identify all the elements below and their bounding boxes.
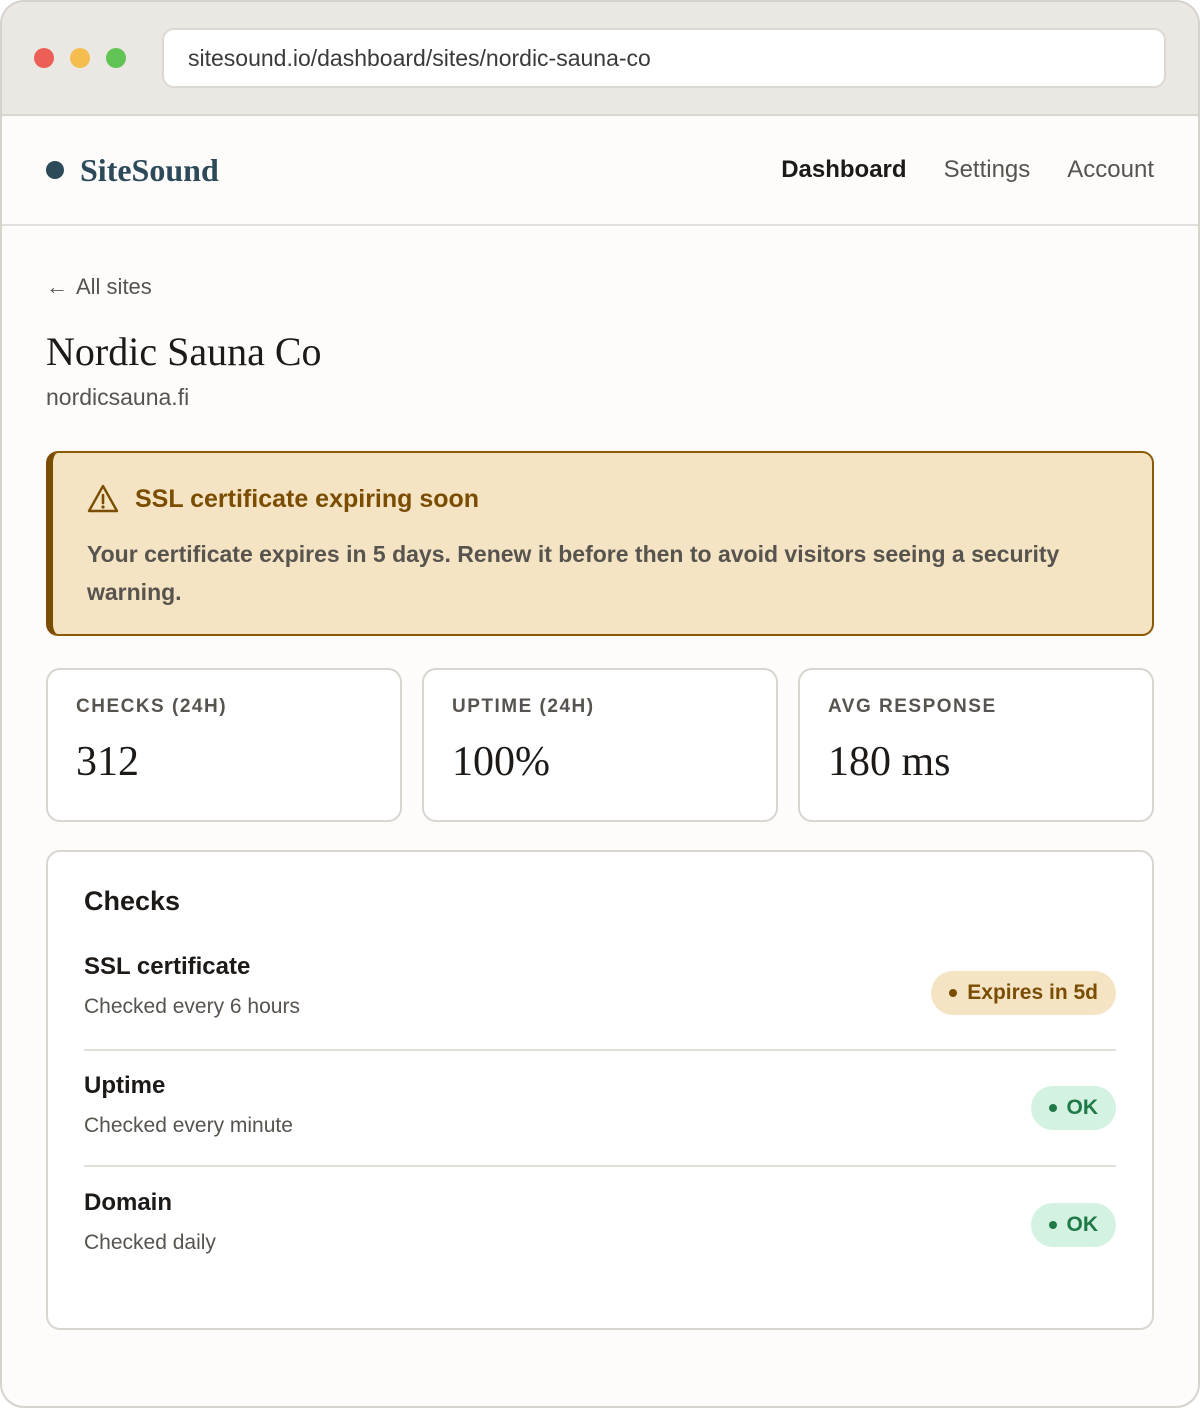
- app-header: SiteSound Dashboard Settings Account: [2, 116, 1198, 226]
- stat-value: 312: [76, 739, 139, 785]
- stat-label: AVG RESPONSE: [828, 696, 997, 717]
- nav-account[interactable]: Account: [1067, 156, 1154, 184]
- address-bar[interactable]: sitesound.io/dashboard/sites/nordic-saun…: [162, 28, 1166, 88]
- nav-dashboard[interactable]: Dashboard: [781, 156, 906, 184]
- check-row-ssl[interactable]: SSL certificate Checked every 6 hours Ex…: [84, 953, 1116, 1051]
- status-badge: Expires in 5d: [931, 971, 1116, 1015]
- check-row-domain[interactable]: Domain Checked daily OK: [84, 1167, 1116, 1283]
- check-info: Uptime Checked every minute: [84, 1072, 293, 1138]
- check-name: Domain: [84, 1189, 173, 1216]
- ssl-warning-alert: SSL certificate expiring soon Your certi…: [46, 451, 1154, 636]
- maximize-window-button[interactable]: [106, 48, 126, 68]
- back-link-label: All sites: [76, 274, 152, 299]
- back-to-all-sites-link[interactable]: ← All sites: [46, 274, 152, 300]
- status-badge: OK: [1030, 1203, 1116, 1247]
- main-nav: Dashboard Settings Account: [744, 156, 1154, 184]
- check-name: Uptime: [84, 1072, 166, 1099]
- stats-row: CHECKS (24H) 312 UPTIME (24H) 100% AVG R…: [46, 668, 1154, 822]
- brand-logo[interactable]: SiteSound: [46, 152, 219, 189]
- close-window-button[interactable]: [34, 48, 54, 68]
- stat-card-avg-response: AVG RESPONSE 180 ms: [798, 668, 1154, 822]
- alert-title: SSL certificate expiring soon: [135, 484, 480, 513]
- check-info: SSL certificate Checked every 6 hours: [84, 953, 300, 1019]
- alert-message: Your certificate expires in 5 days. Rene…: [87, 541, 1060, 605]
- check-row-uptime[interactable]: Uptime Checked every minute OK: [84, 1051, 1116, 1167]
- status-dot-icon: [1048, 1104, 1057, 1112]
- stat-label: UPTIME (24H): [452, 696, 595, 717]
- checks-panel: Checks SSL certificate Checked every 6 h…: [46, 850, 1154, 1330]
- nav-settings[interactable]: Settings: [944, 156, 1031, 184]
- url-text: sitesound.io/dashboard/sites/nordic-saun…: [188, 44, 651, 71]
- status-badge: OK: [1030, 1086, 1116, 1130]
- brand-name: SiteSound: [80, 151, 219, 188]
- stat-card-uptime: UPTIME (24H) 100%: [422, 668, 778, 822]
- status-label: Expires in 5d: [967, 981, 1098, 1004]
- checks-heading: Checks: [84, 886, 181, 916]
- check-frequency: Checked daily: [84, 1231, 216, 1254]
- minimize-window-button[interactable]: [70, 48, 90, 68]
- status-label: OK: [1066, 1213, 1099, 1236]
- stat-value: 180 ms: [828, 739, 951, 785]
- status-dot-icon: [1048, 1221, 1057, 1229]
- stat-label: CHECKS (24H): [76, 696, 228, 717]
- site-domain: nordicsauna.fi: [46, 384, 190, 410]
- stat-card-checks: CHECKS (24H) 312: [46, 668, 402, 822]
- status-dot-icon: [949, 989, 958, 997]
- status-label: OK: [1066, 1096, 1099, 1119]
- back-arrow-icon: ←: [46, 274, 68, 299]
- check-info: Domain Checked daily: [84, 1189, 216, 1255]
- browser-window: sitesound.io/dashboard/sites/nordic-saun…: [0, 0, 1200, 1408]
- main-content: ← All sites Nordic Sauna Co nordicsauna.…: [2, 226, 1198, 1330]
- alert-header: SSL certificate expiring soon: [87, 483, 1118, 515]
- check-name: SSL certificate: [84, 953, 251, 980]
- check-frequency: Checked every minute: [84, 1114, 293, 1137]
- brand-dot-icon: [46, 161, 64, 179]
- check-frequency: Checked every 6 hours: [84, 995, 300, 1018]
- warning-triangle-icon: [87, 484, 119, 513]
- browser-chrome: sitesound.io/dashboard/sites/nordic-saun…: [2, 2, 1198, 116]
- checks-list: SSL certificate Checked every 6 hours Ex…: [84, 953, 1116, 1283]
- page-title: Nordic Sauna Co: [46, 329, 322, 374]
- stat-value: 100%: [452, 739, 550, 785]
